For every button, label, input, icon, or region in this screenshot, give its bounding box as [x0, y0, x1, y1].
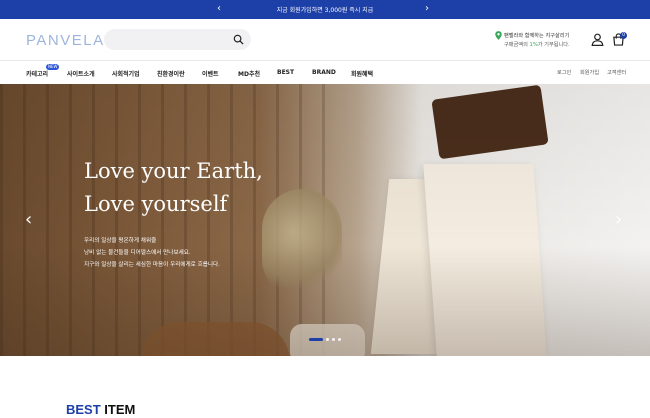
hero-title-line1: Love your Earth, [84, 159, 263, 183]
donation-line2: 구매금액의 1%가 기부됩니다. [504, 41, 570, 49]
nav-item-md-pick[interactable]: MD추천 [238, 69, 260, 78]
search-bar[interactable] [104, 29, 251, 50]
cart-count-badge: 0 [620, 32, 627, 39]
customer-center-link[interactable]: 고객센터 [607, 69, 626, 76]
hero-desc-line2: 낭비 없는 물건들을 디어얼스에서 만나보세요. [84, 250, 191, 256]
nav-item-category[interactable]: 카테고리 [26, 69, 48, 78]
main-nav: NEW 카테고리 사이트소개 사회적기업 친환경이란 이벤트 MD추천 BEST… [0, 60, 650, 84]
search-icon[interactable] [233, 34, 244, 45]
pagination-dot[interactable] [338, 338, 341, 341]
pagination-dot[interactable] [332, 338, 335, 341]
promo-text[interactable]: 지금 회원가입하면 3,000원 즉시 지급 [277, 5, 374, 14]
hero-description: 우리의 일상을 평온하게 채워줄 낭비 없는 물건들을 디어얼스에서 만나보세요… [84, 235, 220, 271]
hero-title-line2: Love yourself [84, 192, 228, 216]
donation-prefix: 구매금액의 [504, 42, 530, 48]
signup-link[interactable]: 회원가입 [580, 69, 599, 76]
hero-desc-line3: 지구와 일상을 살리는 세심한 마음이 우리에게로 흐릅니다. [84, 262, 220, 268]
donation-line1: 팬벨라와 함께하는 지구살리기 [504, 33, 570, 39]
nav-item-best[interactable]: BEST [277, 69, 294, 76]
login-link[interactable]: 로그인 [557, 69, 571, 76]
hero-prev-icon[interactable]: ‹ [25, 211, 32, 229]
site-logo[interactable]: PANVELA [26, 32, 105, 49]
nav-item-member-benefit[interactable]: 회원혜택 [351, 69, 373, 78]
best-item-heading: BEST ITEM [66, 402, 135, 417]
nav-item-about[interactable]: 사이트소개 [67, 69, 95, 78]
promo-prev-icon[interactable]: ‹ [217, 3, 221, 15]
best-heading-suffix: ITEM [100, 402, 136, 417]
donation-suffix: 가 기부됩니다. [537, 42, 570, 48]
hero-title: Love your Earth, Love yourself [84, 155, 263, 221]
nav-item-social-enterprise[interactable]: 사회적기업 [112, 69, 140, 78]
promo-bar: ‹ 지금 회원가입하면 3,000원 즉시 지급 › [0, 0, 650, 19]
nav-item-eco[interactable]: 친환경이란 [157, 69, 185, 78]
donation-percent: 1% [529, 42, 538, 48]
hero-next-icon[interactable]: › [615, 211, 622, 229]
pagination-dot[interactable] [309, 338, 323, 341]
pagination-dot[interactable] [326, 338, 329, 341]
map-pin-icon [495, 31, 502, 40]
nav-item-brand[interactable]: BRAND [312, 69, 336, 76]
hero-pagination [309, 337, 341, 342]
user-icon[interactable] [591, 33, 604, 46]
nav-item-event[interactable]: 이벤트 [202, 69, 219, 78]
promo-next-icon[interactable]: › [425, 3, 429, 15]
best-heading-prefix: BEST [66, 402, 101, 417]
hero-desc-line1: 우리의 일상을 평온하게 채워줄 [84, 238, 157, 244]
